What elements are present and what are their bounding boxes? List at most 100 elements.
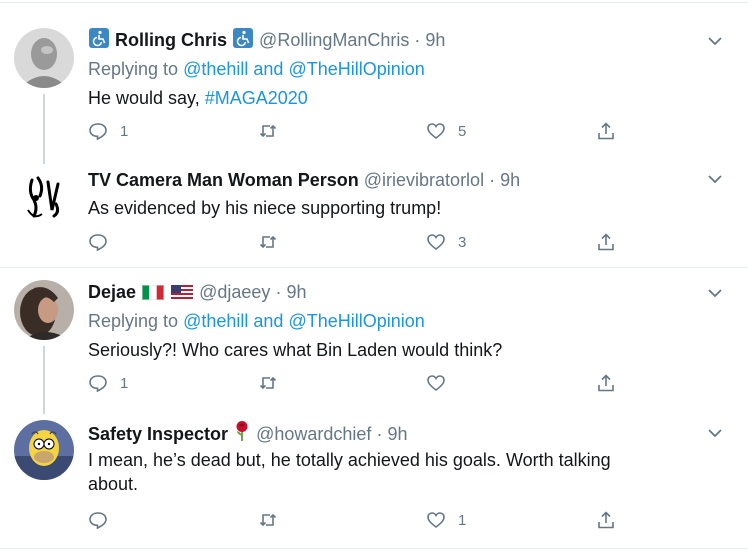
hashtag-link[interactable]: #MAGA2020 (205, 88, 308, 108)
retweet-button[interactable] (258, 372, 290, 394)
handle[interactable]: @irievibratorlol (364, 170, 484, 190)
reply-button[interactable] (88, 509, 120, 531)
tweet-feed: Rolling Chris @RollingManChris · 9h Repl… (0, 0, 748, 556)
mention-link[interactable]: @TheHillOpinion (288, 311, 424, 331)
tweet-header: Dejae @djaeey · 9h (88, 280, 708, 304)
chevron-down-icon[interactable] (706, 424, 724, 442)
tweet-content: Dejae @djaeey · 9h Replying to @thehill … (88, 280, 708, 362)
tweet-header: Safety Inspector @howardchief · 9h (88, 420, 708, 444)
share-button[interactable] (596, 509, 616, 531)
avatar[interactable] (14, 280, 74, 340)
tweet[interactable]: Safety Inspector @howardchief · 9h I mea… (0, 406, 748, 546)
avatar-image (14, 168, 74, 228)
tweet-content: TV Camera Man Woman Person @irievibrator… (88, 168, 708, 220)
retweet-icon (259, 376, 277, 390)
display-name[interactable]: Dejae (88, 282, 136, 302)
retweet-icon (259, 513, 277, 527)
timestamp[interactable]: 9h (387, 424, 407, 444)
tweet-text-line: about. (88, 474, 139, 494)
mention-link[interactable]: @thehill (183, 59, 248, 79)
rose-icon (234, 420, 250, 448)
share-icon (598, 374, 614, 392)
tweet-content: Rolling Chris @RollingManChris · 9h Repl… (88, 28, 708, 110)
replying-to: Replying to @thehill and @TheHillOpinion (88, 308, 708, 334)
handle[interactable]: @howardchief (256, 424, 371, 444)
retweet-icon (259, 235, 277, 249)
separator-dot: · (489, 170, 496, 190)
retweet-button[interactable] (258, 509, 290, 531)
reply-button[interactable]: 1 (88, 372, 128, 394)
reply-icon (89, 512, 107, 530)
share-button[interactable] (596, 231, 616, 253)
share-icon (598, 511, 614, 529)
mention-link[interactable]: @TheHillOpinion (288, 59, 424, 79)
tweet-actions: 1 (88, 509, 648, 531)
timestamp[interactable]: 9h (286, 282, 306, 302)
reply-count: 1 (120, 374, 129, 392)
separator-dot: · (414, 30, 421, 50)
display-name[interactable]: Rolling Chris (115, 30, 227, 50)
like-button[interactable]: 1 (426, 509, 466, 531)
display-name[interactable]: TV Camera Man Woman Person (88, 170, 359, 190)
chevron-down-icon[interactable] (706, 170, 724, 188)
share-icon (598, 233, 614, 251)
tweet-text: As evidenced by his niece supporting tru… (88, 198, 442, 218)
like-count: 3 (458, 233, 467, 251)
heart-icon (427, 375, 445, 392)
tweet-actions: 3 (88, 231, 648, 253)
avatar[interactable] (14, 28, 74, 88)
like-button[interactable]: 5 (426, 120, 466, 142)
share-button[interactable] (596, 120, 616, 142)
tweet[interactable]: Dejae @djaeey · 9h Replying to @thehill … (0, 268, 748, 406)
replying-prefix: Replying to (88, 311, 179, 331)
separator-dot: · (376, 424, 383, 444)
handle[interactable]: @djaeey (199, 282, 270, 302)
tweet-text: He would say, #MAGA2020 (88, 86, 708, 110)
wheelchair-icon (233, 28, 254, 54)
wheelchair-icon (89, 28, 109, 54)
tweet-actions: 1 5 (88, 120, 648, 142)
avatar-image (14, 420, 74, 480)
handle[interactable]: @RollingManChris (259, 30, 409, 50)
replying-to: Replying to @thehill and @TheHillOpinion (88, 56, 708, 82)
timestamp[interactable]: 9h (500, 170, 520, 190)
replying-and: and (253, 311, 284, 331)
timestamp[interactable]: 9h (425, 30, 445, 50)
chevron-down-icon[interactable] (706, 32, 724, 50)
like-button[interactable] (426, 372, 458, 394)
tweet-header: Rolling Chris @RollingManChris · 9h (88, 28, 708, 52)
divider (0, 548, 748, 549)
display-name[interactable]: Safety Inspector (88, 424, 228, 444)
separator-dot: · (275, 282, 282, 302)
reply-icon (89, 234, 107, 252)
tweet-text: Seriously?! Who cares what Bin Laden wou… (88, 340, 503, 360)
heart-icon (427, 234, 445, 251)
retweet-button[interactable] (258, 231, 290, 253)
avatar[interactable] (14, 168, 74, 228)
like-button[interactable]: 3 (426, 231, 466, 253)
replying-prefix: Replying to (88, 59, 179, 79)
reply-count: 1 (120, 122, 129, 140)
avatar-image (14, 280, 74, 340)
tweet[interactable]: TV Camera Man Woman Person @irievibrator… (0, 156, 748, 266)
reply-button[interactable] (88, 231, 120, 253)
heart-icon (427, 123, 445, 140)
tweet-text: I mean, he’s dead but, he totally achiev… (88, 448, 708, 496)
avatar[interactable] (14, 420, 74, 480)
tweet-content: Safety Inspector @howardchief · 9h I mea… (88, 420, 708, 496)
tweet-header: TV Camera Man Woman Person @irievibrator… (88, 168, 708, 192)
tweet[interactable]: Rolling Chris @RollingManChris · 9h Repl… (0, 0, 748, 156)
retweet-button[interactable] (258, 120, 290, 142)
reply-button[interactable]: 1 (88, 120, 128, 142)
reply-icon (89, 375, 107, 393)
tweet-text-body: He would say, (88, 88, 205, 108)
like-count: 5 (458, 122, 467, 140)
chevron-down-icon[interactable] (706, 284, 724, 302)
share-icon (598, 122, 614, 140)
mention-link[interactable]: @thehill (183, 311, 248, 331)
avatar-image (14, 28, 74, 88)
usa-flag-icon (171, 282, 194, 306)
share-button[interactable] (596, 372, 616, 394)
reply-icon (89, 123, 107, 141)
tweet-text-line: I mean, he’s dead but, he totally achiev… (88, 450, 611, 470)
